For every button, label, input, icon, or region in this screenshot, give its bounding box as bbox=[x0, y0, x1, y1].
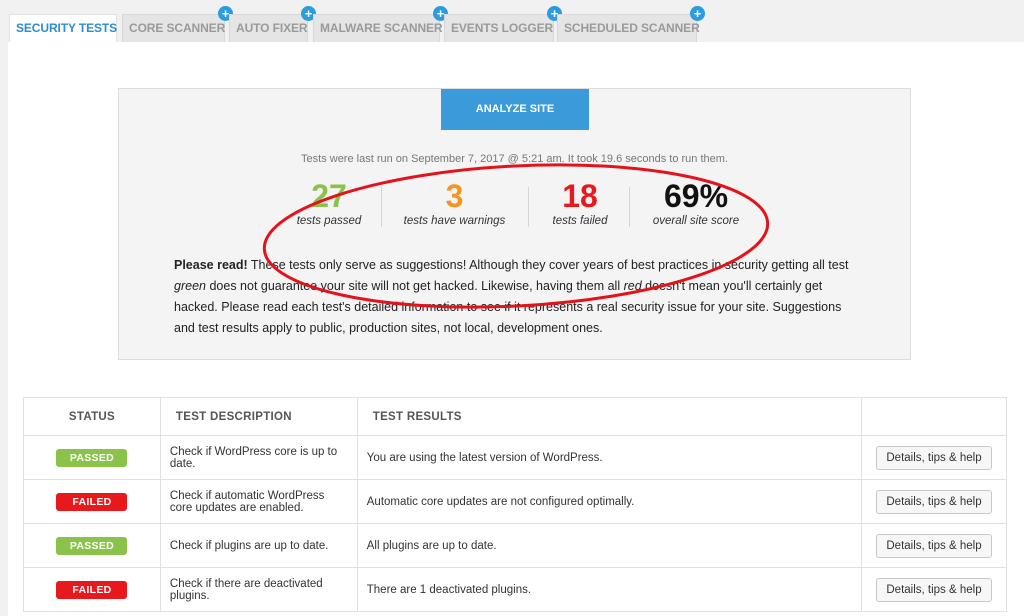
tab-malware-scanner[interactable]: MALWARE SCANNER + bbox=[313, 6, 448, 42]
tab-core-scanner[interactable]: CORE SCANNER + bbox=[122, 6, 233, 42]
stat-value: 3 bbox=[445, 178, 464, 214]
tab-scheduled-scanner[interactable]: SCHEDULED SCANNER + bbox=[557, 6, 705, 42]
notice-lead: Please read! bbox=[174, 258, 248, 272]
tab-auto-fixer[interactable]: AUTO FIXER + bbox=[229, 6, 316, 42]
tab-label: SECURITY TESTS bbox=[16, 21, 118, 35]
tab-bar: SECURITY TESTS CORE SCANNER + AUTO FIXER… bbox=[0, 0, 1024, 43]
table-row: PASSED Check if WordPress core is up to … bbox=[23, 435, 1007, 480]
stat-divider bbox=[629, 187, 630, 227]
tab-events-logger[interactable]: EVENTS LOGGER + bbox=[444, 6, 562, 42]
status-badge: FAILED bbox=[56, 580, 128, 599]
tab-label: MALWARE SCANNER bbox=[320, 21, 443, 35]
stat-value: 27 bbox=[311, 178, 347, 214]
notice-part: These tests only serve as suggestions! A… bbox=[247, 258, 849, 272]
stat-label: tests passed bbox=[296, 215, 362, 227]
table-row: PASSED Check if plugins are up to date. … bbox=[23, 523, 1007, 568]
stat-tests-warnings: 3 tests have warnings bbox=[397, 179, 512, 227]
details-button[interactable]: Details, tips & help bbox=[876, 489, 992, 514]
last-run-text: Tests were last run on September 7, 2017… bbox=[301, 153, 728, 165]
tab-label: SCHEDULED SCANNER bbox=[564, 21, 700, 35]
stat-overall-score: 69% overall site score bbox=[641, 179, 751, 227]
summary-box: ANALYZE SITE Tests were last run on Sept… bbox=[118, 88, 911, 360]
table-row: FAILED Check if there are deactivated pl… bbox=[23, 567, 1007, 612]
column-header-results: TEST RESULTS bbox=[356, 397, 863, 436]
status-badge: PASSED bbox=[56, 448, 128, 467]
stat-value: 69% bbox=[663, 178, 729, 214]
plus-icon[interactable]: + bbox=[690, 6, 705, 21]
notice-red: red bbox=[623, 279, 642, 293]
tab-label: CORE SCANNER bbox=[129, 21, 226, 35]
test-result: Automatic core updates are not configure… bbox=[356, 479, 863, 524]
main-panel: ANALYZE SITE Tests were last run on Sept… bbox=[8, 42, 1024, 616]
details-button[interactable]: Details, tips & help bbox=[876, 577, 992, 602]
details-button[interactable]: Details, tips & help bbox=[876, 533, 992, 558]
table-header-row: STATUS TEST DESCRIPTION TEST RESULTS bbox=[23, 397, 1007, 436]
column-header-description: TEST DESCRIPTION bbox=[159, 397, 358, 436]
tab-label: EVENTS LOGGER bbox=[451, 21, 554, 35]
details-button[interactable]: Details, tips & help bbox=[876, 445, 992, 470]
analyze-site-button[interactable]: ANALYZE SITE bbox=[441, 89, 589, 130]
stat-value: 18 bbox=[562, 178, 598, 214]
test-result: There are 1 deactivated plugins. bbox=[356, 567, 863, 612]
notice-green: green bbox=[174, 279, 206, 293]
stat-divider bbox=[528, 187, 529, 227]
test-result: All plugins are up to date. bbox=[356, 523, 863, 568]
test-description: Check if automatic WordPress core update… bbox=[159, 479, 358, 524]
stat-label: tests failed bbox=[552, 215, 608, 227]
stat-label: overall site score bbox=[652, 215, 740, 227]
table-row: FAILED Check if automatic WordPress core… bbox=[23, 479, 1007, 524]
stat-divider bbox=[381, 187, 382, 227]
status-badge: PASSED bbox=[56, 536, 128, 555]
test-description: Check if WordPress core is up to date. bbox=[159, 435, 358, 480]
column-header-actions bbox=[861, 397, 1007, 436]
tab-label: AUTO FIXER bbox=[236, 21, 308, 35]
stat-tests-passed: 27 tests passed bbox=[284, 179, 374, 227]
notice-text: Please read! These tests only serve as s… bbox=[174, 255, 854, 339]
test-result: You are using the latest version of Word… bbox=[356, 435, 863, 480]
stat-label: tests have warnings bbox=[403, 215, 506, 227]
tab-security-tests[interactable]: SECURITY TESTS bbox=[9, 14, 117, 43]
column-header-status: STATUS bbox=[23, 397, 161, 436]
test-description: Check if plugins are up to date. bbox=[159, 523, 358, 568]
stat-tests-failed: 18 tests failed bbox=[540, 179, 620, 227]
test-description: Check if there are deactivated plugins. bbox=[159, 567, 358, 612]
tests-table: STATUS TEST DESCRIPTION TEST RESULTS PAS… bbox=[23, 397, 1007, 612]
notice-part: does not guarantee your site will not ge… bbox=[205, 279, 624, 293]
status-badge: FAILED bbox=[56, 492, 128, 511]
